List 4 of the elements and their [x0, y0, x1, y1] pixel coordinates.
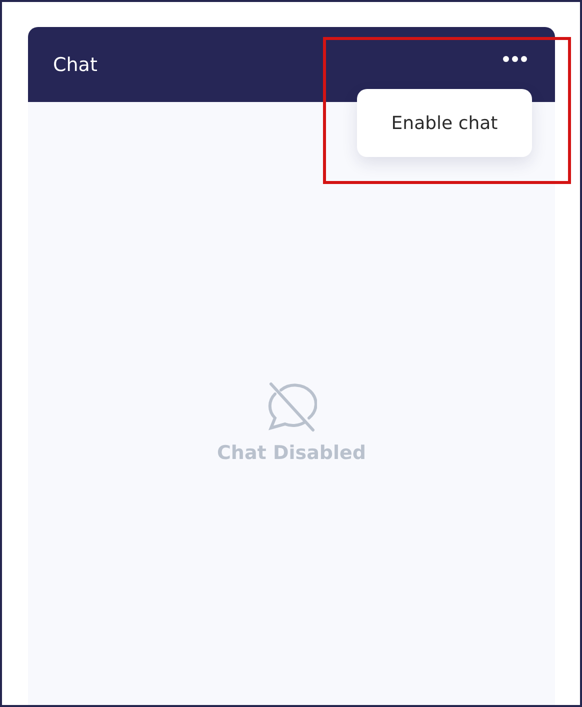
panel-title: Chat [53, 54, 98, 76]
empty-state-label: Chat Disabled [216, 442, 366, 464]
more-icon[interactable] [503, 56, 527, 62]
menu-item[interactable]: Enable chat [391, 112, 498, 134]
